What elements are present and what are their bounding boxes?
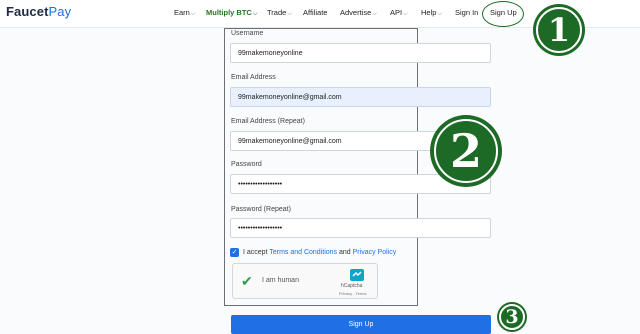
username-label: Username xyxy=(231,30,264,37)
captcha-label: I am human xyxy=(262,277,299,284)
email-label: Email Address xyxy=(231,74,276,81)
nav-affiliate-label: Affiliate xyxy=(303,8,328,17)
badge-ring xyxy=(499,304,525,330)
logo-main-text: Faucet xyxy=(6,4,49,19)
accept-and: and xyxy=(339,249,351,256)
nav-earn-label: Earn xyxy=(174,8,190,17)
badge-ring xyxy=(536,7,582,53)
step-3-badge: 3 xyxy=(497,302,527,332)
chevron-down-icon: ⌵ xyxy=(252,11,258,17)
password-label: Password xyxy=(231,161,262,168)
hcaptcha-logo-icon xyxy=(350,269,364,281)
nav-earn[interactable]: Earn⌵ xyxy=(174,8,195,18)
nav-api[interactable]: API⌵ xyxy=(390,8,408,18)
nav-help[interactable]: Help⌵ xyxy=(421,8,442,18)
privacy-link[interactable]: Privacy Policy xyxy=(353,249,397,256)
password-repeat-input[interactable]: •••••••••••••••••• xyxy=(230,218,491,238)
username-input[interactable]: 99makemoneyonline xyxy=(230,43,491,63)
email-input[interactable]: 99makemoneyonline@gmail.com xyxy=(230,87,491,107)
nav-sign-in[interactable]: Sign In xyxy=(455,8,478,17)
logo-accent-text: Pay xyxy=(48,4,72,19)
email-repeat-label: Email Address (Repeat) xyxy=(231,118,305,125)
nav-affiliate[interactable]: Affiliate xyxy=(303,8,327,17)
captcha-terms-link[interactable]: Privacy - Terms xyxy=(339,291,366,296)
password-repeat-label: Password (Repeat) xyxy=(231,206,291,213)
terms-link[interactable]: Terms and Conditions xyxy=(269,249,337,256)
checkbox-checked-icon[interactable]: ✓ xyxy=(230,248,239,257)
nav-multiply-btc[interactable]: Multiply BTC⌵ xyxy=(206,8,257,18)
nav-trade-label: Trade xyxy=(267,8,287,17)
nav-sign-in-label: Sign In xyxy=(455,8,479,17)
chevron-down-icon: ⌵ xyxy=(190,11,196,17)
sign-up-highlight-oval xyxy=(482,1,524,27)
sign-up-submit-button[interactable]: Sign Up xyxy=(231,315,491,334)
accept-prefix: I accept xyxy=(243,249,268,256)
chevron-down-icon: ⌵ xyxy=(403,11,408,17)
hcaptcha-widget[interactable]: ✔ I am human hCaptcha Privacy - Terms xyxy=(232,263,378,299)
faucetpay-logo[interactable]: FaucetPay xyxy=(6,4,71,19)
chevron-down-icon: ⌵ xyxy=(437,11,442,17)
step-2-badge: 2 xyxy=(430,115,502,187)
nav-advertise[interactable]: Advertise⌵ xyxy=(340,8,377,18)
check-icon: ✔ xyxy=(241,273,253,289)
nav-advertise-label: Advertise xyxy=(340,8,372,17)
nav-api-label: API xyxy=(390,8,403,17)
captcha-brand: hCaptcha xyxy=(341,283,363,289)
chevron-down-icon: ⌵ xyxy=(372,11,377,17)
nav-multiply-btc-label: Multiply BTC xyxy=(206,8,252,17)
nav-help-label: Help xyxy=(421,8,437,17)
nav-trade[interactable]: Trade⌵ xyxy=(267,8,292,18)
chevron-down-icon: ⌵ xyxy=(287,11,292,17)
terms-acceptance-text: I accept Terms and Conditions and Privac… xyxy=(243,249,396,256)
badge-ring xyxy=(434,119,498,183)
step-1-badge: 1 xyxy=(533,4,585,56)
